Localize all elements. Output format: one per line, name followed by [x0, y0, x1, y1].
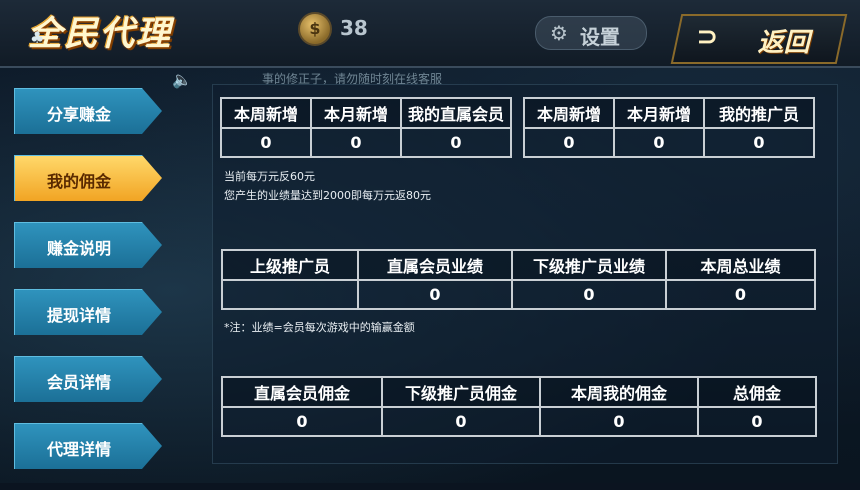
sidebar-item-label: 我的佣金: [46, 172, 111, 191]
club-icon: ♣: [30, 28, 45, 47]
table-cell: 0: [400, 127, 512, 158]
table-header: 本周总业绩: [665, 249, 816, 281]
table-cell: 0: [539, 406, 699, 437]
performance-note: *注：业绩=会员每次游戏中的输赢金额: [224, 321, 415, 334]
table-header: 本月新增: [613, 97, 705, 129]
table-cell: 0: [310, 127, 402, 158]
performance-table: 上级推广员 直属会员业绩 下级推广员业绩 本周总业绩 0 0 0: [221, 249, 816, 310]
sidebar-item-agent-details[interactable]: 代理详情: [14, 423, 162, 469]
sidebar-item-label: 分享赚金: [46, 105, 111, 124]
table-header: 本周我的佣金: [539, 376, 699, 408]
table-header: 上级推广员: [221, 249, 359, 281]
sidebar-item-label: 赚金说明: [46, 239, 111, 258]
speaker-icon: 🔈: [172, 70, 192, 89]
table-header: 本周新增: [220, 97, 312, 129]
table-cell: 0: [511, 279, 667, 310]
back-button[interactable]: ⊃ 返回: [670, 14, 848, 64]
table-header: 我的直属会员: [400, 97, 512, 129]
sidebar-item-my-commission[interactable]: 我的佣金: [14, 155, 162, 201]
gear-icon: ⚙: [550, 21, 568, 45]
table-header: 直属会员佣金: [221, 376, 383, 408]
member-stats-table: 本周新增 本月新增 我的直属会员 0 0 0: [220, 97, 512, 158]
table-header: 我的推广员: [703, 97, 815, 129]
table-cell: 0: [381, 406, 541, 437]
table-header: 本月新增: [310, 97, 402, 129]
settings-button[interactable]: ⚙ 设置: [535, 16, 647, 50]
rate-note: 当前每万元反60元: [224, 170, 315, 183]
promoter-stats-table: 本周新增 本月新增 我的推广员 0 0 0: [523, 97, 815, 158]
sidebar-item-member-details[interactable]: 会员详情: [14, 356, 162, 402]
sidebar: 分享赚金 我的佣金 赚金说明 提现详情 会员详情 代理详情: [14, 88, 174, 490]
back-label: 返回: [757, 28, 810, 58]
table-cell: 0: [523, 127, 615, 158]
table-header: 直属会员业绩: [357, 249, 513, 281]
table-header: 下级推广员业绩: [511, 249, 667, 281]
sidebar-item-label: 提现详情: [46, 306, 111, 325]
table-cell: 0: [697, 406, 817, 437]
page-title: 全民代理: [28, 14, 172, 54]
coin-icon: $: [298, 12, 332, 46]
table-cell: 0: [357, 279, 513, 310]
table-header: 下级推广员佣金: [381, 376, 541, 408]
table-cell: 0: [220, 127, 312, 158]
table-header: 总佣金: [697, 376, 817, 408]
settings-label: 设置: [580, 25, 620, 49]
table-cell: 0: [221, 406, 383, 437]
commission-table: 直属会员佣金 下级推广员佣金 本周我的佣金 总佣金 0 0 0 0: [221, 376, 817, 437]
table-cell: 0: [613, 127, 705, 158]
table-cell: 0: [665, 279, 816, 310]
sidebar-item-share[interactable]: 分享赚金: [14, 88, 162, 134]
sidebar-item-label: 会员详情: [46, 373, 111, 392]
table-cell: 0: [703, 127, 815, 158]
rate-note: 您产生的业绩量达到2000即每万元返80元: [224, 189, 431, 202]
back-arrow-icon: ⊃: [696, 22, 719, 52]
table-cell: [221, 279, 359, 310]
sidebar-item-withdraw-details[interactable]: 提现详情: [14, 289, 162, 335]
table-header: 本周新增: [523, 97, 615, 129]
top-bar: 全民代理 ♣ $ 38 ⚙ 设置 ⊃ 返回: [0, 0, 860, 68]
sidebar-item-earnings-info[interactable]: 赚金说明: [14, 222, 162, 268]
sidebar-item-label: 代理详情: [46, 440, 111, 459]
coin-count: 38: [340, 16, 368, 40]
